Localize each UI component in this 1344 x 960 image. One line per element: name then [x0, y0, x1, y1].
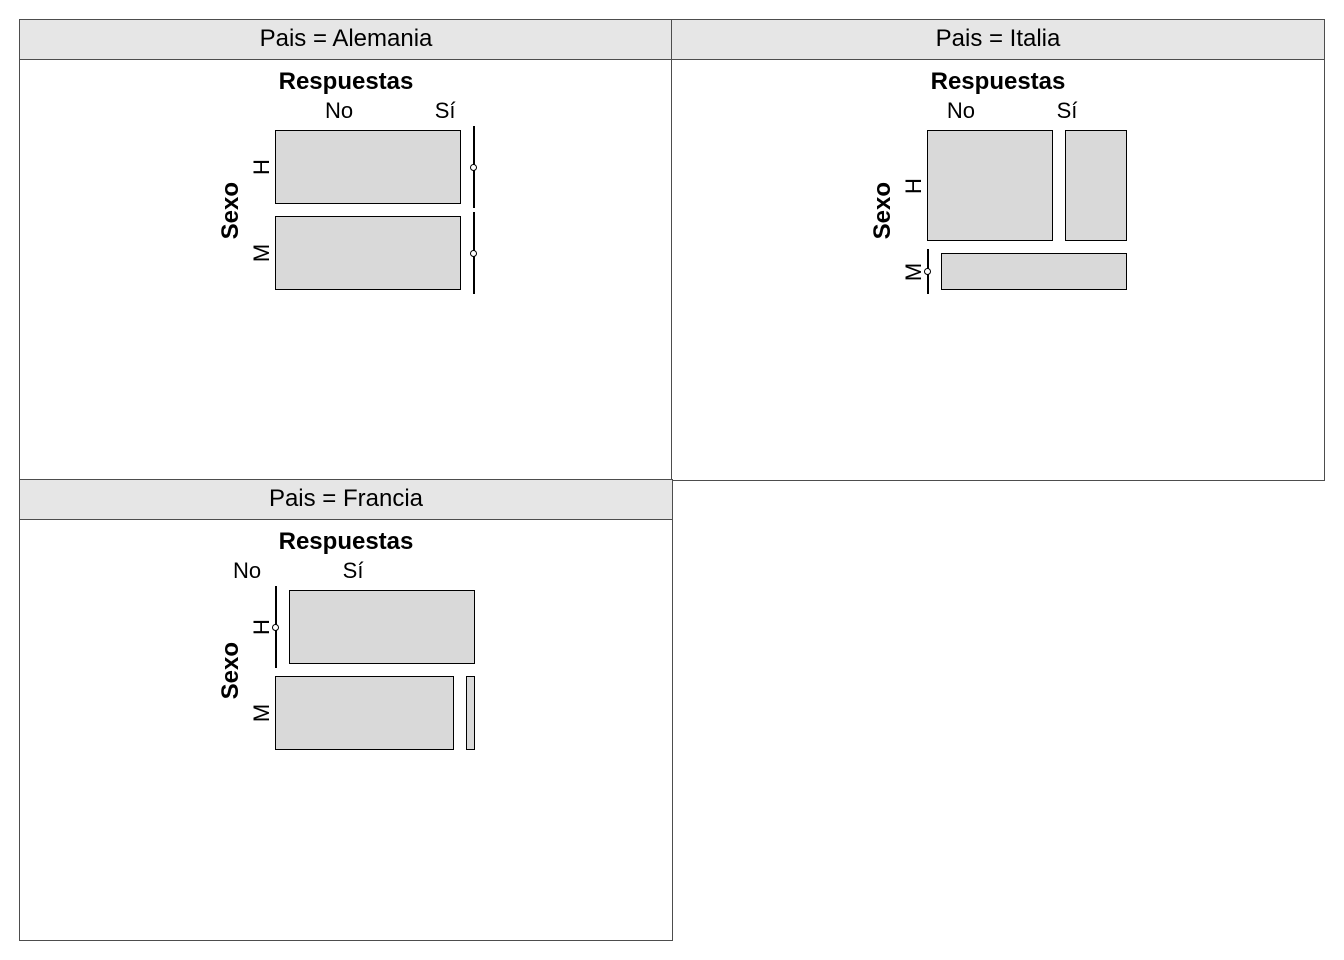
chart-grid: Pais = Alemania RespuestasNoSíSexoHM Pai…: [20, 20, 1324, 940]
panel-header: Pais = Francia: [20, 480, 672, 520]
panel-body: RespuestasNo Sí SexoHM: [672, 60, 1324, 480]
column-label: No: [947, 98, 975, 124]
mosaic-plot: [275, 130, 475, 290]
panel-italia: Pais = Italia RespuestasNo Sí SexoHM: [671, 19, 1325, 481]
mosaic-zero-marker: [927, 253, 929, 290]
column-labels: NoSí: [246, 98, 446, 124]
mosaic-tile: [466, 676, 475, 750]
mosaic-tile: [941, 253, 1127, 290]
plot-title: Respuestas: [279, 528, 414, 556]
mosaic-zero-marker: [473, 216, 475, 290]
row-label: M: [249, 244, 275, 262]
mosaic-tile: [275, 216, 461, 290]
mosaic-tile: [289, 590, 475, 664]
mosaic-tile: [275, 130, 461, 204]
y-axis-title: Sexo: [217, 642, 245, 699]
column-label: Sí: [1057, 98, 1078, 124]
mosaic-tile: [1065, 130, 1127, 241]
plot-title: Respuestas: [931, 68, 1066, 96]
mosaic-plot: [275, 590, 475, 750]
row-label: M: [249, 704, 275, 722]
panel-header: Pais = Alemania: [20, 20, 672, 60]
row-label: H: [249, 159, 275, 175]
row-labels: HM: [901, 130, 927, 290]
y-axis-title: Sexo: [869, 182, 897, 239]
column-labels: NoSí: [246, 558, 446, 584]
plot-title: Respuestas: [279, 68, 414, 96]
row-label: H: [901, 178, 927, 194]
column-labels: No Sí: [898, 98, 1098, 124]
mosaic-zero-marker: [473, 130, 475, 204]
panel-empty: [671, 479, 1325, 941]
column-label: Sí: [343, 558, 364, 584]
row-labels: HM: [249, 130, 275, 290]
column-label: No: [325, 98, 353, 124]
panel-body: RespuestasNoSíSexoHM: [20, 60, 672, 480]
mosaic-plot: [927, 130, 1127, 290]
row-labels: HM: [249, 590, 275, 750]
panel-body: RespuestasNoSíSexoHM: [20, 520, 672, 940]
y-axis-title: Sexo: [217, 182, 245, 239]
panel-francia: Pais = Francia RespuestasNoSíSexoHM: [19, 479, 673, 941]
panel-header: Pais = Italia: [672, 20, 1324, 60]
mosaic-tile: [275, 676, 454, 750]
column-label: No: [233, 558, 261, 584]
panel-alemania: Pais = Alemania RespuestasNoSíSexoHM: [19, 19, 673, 481]
mosaic-tile: [927, 130, 1053, 241]
column-label: Sí: [435, 98, 456, 124]
mosaic-zero-marker: [275, 590, 277, 664]
